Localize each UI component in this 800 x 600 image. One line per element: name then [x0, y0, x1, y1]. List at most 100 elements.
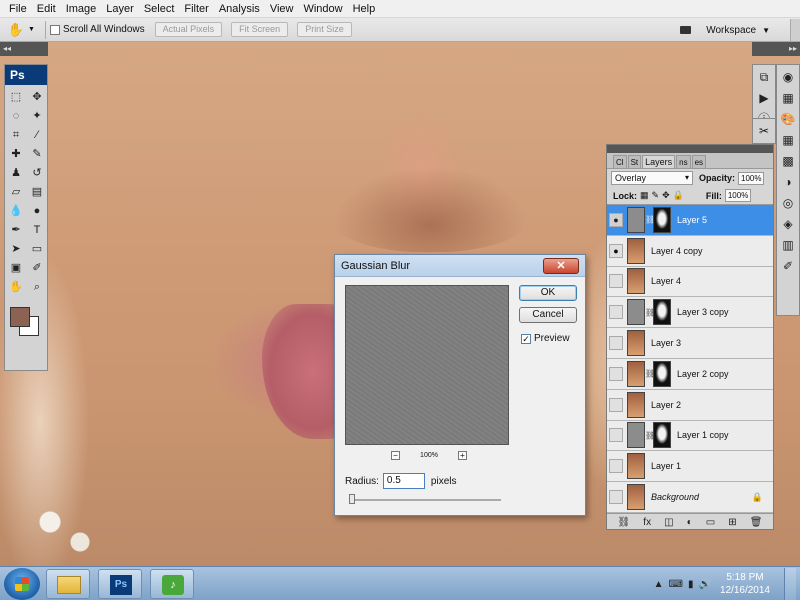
- layer-row-layer-3-copy[interactable]: ⛓ Layer 3 copy: [607, 297, 773, 329]
- ok-button[interactable]: OK: [519, 285, 577, 301]
- start-button[interactable]: [4, 568, 40, 600]
- clock[interactable]: 5:18 PM 12/16/2014: [720, 571, 770, 597]
- navigator-panel-icon[interactable]: ◉: [783, 67, 793, 88]
- network-icon[interactable]: ▮: [688, 579, 694, 590]
- layer-row-layer-1-copy[interactable]: ⛓ Layer 1 copy: [607, 420, 773, 452]
- close-button[interactable]: ✕: [543, 258, 579, 274]
- lock-all-icon[interactable]: 🔒: [673, 190, 684, 201]
- input-icon[interactable]: ⌨: [669, 579, 683, 590]
- history-brush-tool-icon[interactable]: ↺: [27, 164, 47, 182]
- actual-pixels-button[interactable]: Actual Pixels: [154, 22, 223, 37]
- print-size-button[interactable]: Print Size: [297, 22, 352, 37]
- zoom-in-button[interactable]: +: [458, 450, 467, 460]
- channels-panel-icon[interactable]: ▥: [782, 235, 793, 256]
- tab-channels[interactable]: Cl: [613, 155, 627, 168]
- layer-row-layer-3[interactable]: Layer 3: [607, 328, 773, 359]
- type-tool-icon[interactable]: T: [27, 221, 47, 239]
- options-grip[interactable]: [790, 19, 800, 41]
- layer-style-icon[interactable]: fx: [643, 517, 651, 528]
- delete-layer-icon[interactable]: 🗑: [750, 517, 763, 528]
- tab-actions[interactable]: ns: [676, 155, 691, 168]
- visibility-toggle[interactable]: [609, 336, 623, 351]
- layer-row-layer-5[interactable]: ● ⛓ Layer 5: [607, 205, 773, 236]
- styles-panel-icon[interactable]: ▩: [782, 151, 793, 172]
- move-tool-icon[interactable]: ✥: [27, 88, 47, 106]
- volume-icon[interactable]: 🔊: [698, 579, 710, 590]
- hand-tool-icon[interactable]: ✋: [6, 21, 26, 39]
- visibility-toggle[interactable]: [609, 428, 623, 443]
- tool-preset-dropdown-icon[interactable]: ▼: [28, 26, 35, 33]
- link-layers-icon[interactable]: ⛓: [618, 517, 631, 528]
- crop-tool-icon[interactable]: ⌗: [6, 126, 26, 144]
- bridge-icon[interactable]: [678, 23, 696, 37]
- radius-slider-knob[interactable]: [349, 494, 355, 504]
- tools-collapse-bar[interactable]: ◂◂: [0, 42, 48, 56]
- layer-row-background[interactable]: Background 🔒: [607, 482, 773, 513]
- zoom-out-button[interactable]: −: [391, 450, 400, 460]
- adjustments-panel-icon[interactable]: ◑: [784, 172, 791, 193]
- lasso-tool-icon[interactable]: ◌: [6, 107, 26, 125]
- tab-layers[interactable]: Layers: [642, 155, 676, 168]
- fit-screen-button[interactable]: Fit Screen: [231, 22, 289, 37]
- blur-preview[interactable]: [345, 285, 509, 445]
- fill-field[interactable]: 100%: [724, 189, 751, 202]
- menu-analysis[interactable]: Analysis: [214, 0, 265, 18]
- layer-row-layer-4-copy[interactable]: ● Layer 4 copy: [607, 235, 773, 267]
- menu-view[interactable]: View: [265, 0, 299, 18]
- history-panel-icon[interactable]: ⧉: [760, 67, 769, 88]
- layer-row-layer-4[interactable]: Layer 4: [607, 266, 773, 298]
- adjustment-layer-icon[interactable]: ◐: [687, 517, 693, 528]
- layer-mask-thumbnail[interactable]: [653, 299, 671, 326]
- menu-select[interactable]: Select: [139, 0, 180, 18]
- 3d-tool-icon[interactable]: ▣: [6, 259, 26, 277]
- blend-mode-select[interactable]: Overlay: [611, 171, 693, 185]
- menu-help[interactable]: Help: [348, 0, 381, 18]
- layers-panel-grip[interactable]: [607, 145, 773, 153]
- radius-input[interactable]: 0.5: [382, 473, 425, 489]
- menu-image[interactable]: Image: [61, 0, 102, 18]
- tab-paths[interactable]: es: [691, 155, 707, 168]
- visibility-toggle[interactable]: [609, 366, 623, 381]
- hand-tool-panel-icon[interactable]: ✋: [6, 278, 26, 296]
- layer-row-layer-1[interactable]: Layer 1: [607, 451, 773, 483]
- layer-mask-thumbnail[interactable]: [653, 360, 671, 387]
- add-mask-icon[interactable]: ◫: [664, 517, 673, 528]
- menu-edit[interactable]: Edit: [32, 0, 61, 18]
- tool-presets-panel-icon[interactable]: ✂: [752, 118, 776, 144]
- magic-wand-tool-icon[interactable]: ✦: [27, 107, 47, 125]
- cancel-button[interactable]: Cancel: [519, 307, 577, 323]
- menu-layer[interactable]: Layer: [101, 0, 139, 18]
- pen-tool-icon[interactable]: ✒: [6, 221, 26, 239]
- blur-tool-icon[interactable]: 💧: [6, 202, 26, 220]
- lock-position-icon[interactable]: ✥: [662, 190, 670, 201]
- taskbar-app-button[interactable]: ♪: [150, 569, 194, 599]
- layer-row-layer-2-copy[interactable]: ⛓ Layer 2 copy: [607, 358, 773, 390]
- taskbar-photoshop-button[interactable]: Ps: [98, 569, 142, 599]
- eyedropper-tool-icon[interactable]: ⁄: [27, 126, 47, 144]
- swatches-panel-icon[interactable]: ▦: [782, 130, 793, 151]
- brush-tool-icon[interactable]: ✎: [27, 145, 47, 163]
- visibility-toggle[interactable]: [609, 459, 623, 474]
- scroll-all-windows-checkbox[interactable]: [49, 24, 60, 35]
- visibility-eye-icon[interactable]: ●: [609, 212, 623, 227]
- menu-file[interactable]: File: [4, 0, 32, 18]
- lock-pixels-icon[interactable]: ✎: [652, 190, 660, 201]
- menu-window[interactable]: Window: [298, 0, 347, 18]
- histogram-panel-icon[interactable]: ▦: [782, 88, 793, 109]
- workspace-dropdown-icon[interactable]: ▼: [762, 26, 770, 35]
- dodge-tool-icon[interactable]: ●: [27, 202, 47, 220]
- menu-filter[interactable]: Filter: [179, 0, 213, 18]
- visibility-toggle[interactable]: [609, 274, 623, 289]
- dock-collapse-bar[interactable]: ▸▸: [752, 42, 800, 56]
- layers-panel-icon[interactable]: ◈: [783, 214, 792, 235]
- preview-checkbox[interactable]: ✓: [521, 333, 531, 344]
- actions-panel-icon[interactable]: ▶: [759, 88, 768, 109]
- opacity-field[interactable]: 100%: [738, 171, 765, 185]
- layer-row-layer-2[interactable]: Layer 2: [607, 389, 773, 421]
- lock-transparency-icon[interactable]: ▦: [640, 190, 649, 201]
- foreground-color-swatch[interactable]: [10, 307, 30, 327]
- visibility-toggle[interactable]: [609, 397, 623, 412]
- workspace-menu[interactable]: Workspace: [706, 25, 756, 36]
- visibility-eye-icon[interactable]: ●: [609, 243, 623, 258]
- new-layer-icon[interactable]: ⊞: [728, 517, 736, 528]
